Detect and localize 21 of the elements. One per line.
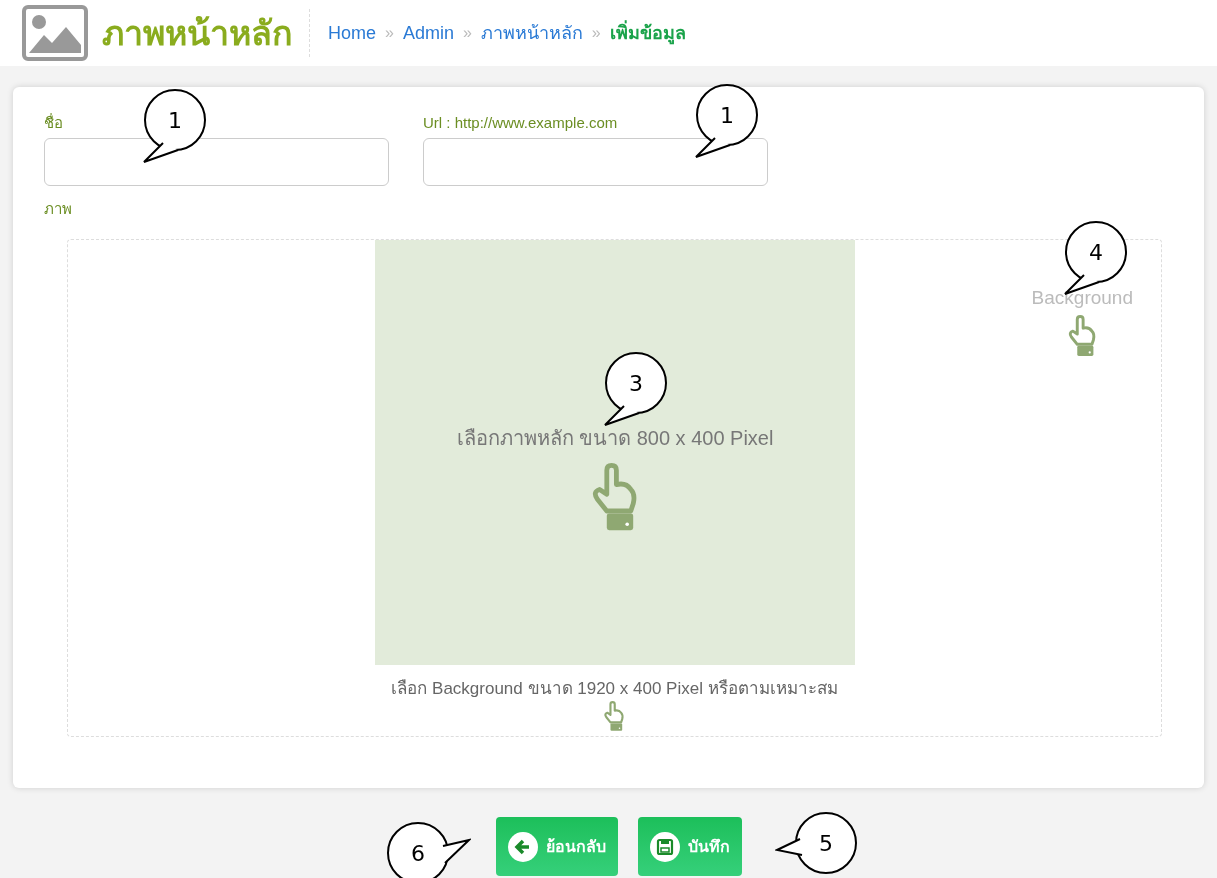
- image-icon: [22, 5, 88, 61]
- input-field[interactable]: [44, 138, 389, 186]
- image-label: ภาพ: [44, 199, 73, 219]
- pointing-hand-icon: [1066, 315, 1098, 359]
- input-field[interactable]: [423, 138, 768, 186]
- breadcrumb-link[interactable]: Admin: [402, 19, 454, 47]
- main-image-prompt: เลือกภาพหลัก ขนาด 800 x 400 Pixel: [456, 425, 774, 451]
- field-label: Url : http://www.example.com: [423, 113, 618, 133]
- breadcrumb-separator: »: [385, 23, 394, 43]
- pointing-hand-icon: [603, 701, 626, 733]
- back-button[interactable]: ย้อนกลับ: [495, 817, 618, 876]
- save-icon: [649, 831, 680, 862]
- page-title: ภาพหน้าหลัก: [102, 12, 293, 54]
- breadcrumb-separator: »: [462, 23, 472, 43]
- breadcrumb-separator: »: [591, 23, 601, 43]
- save-button[interactable]: บันทึก: [637, 817, 742, 876]
- breadcrumb-link[interactable]: เพิ่มข้อมูล: [609, 19, 686, 47]
- field-label: ชื่อ: [44, 112, 63, 133]
- breadcrumb-link[interactable]: Home: [328, 19, 376, 47]
- breadcrumb-link[interactable]: ภาพหน้าหลัก: [480, 19, 583, 47]
- background-prompt: เลือก Background ขนาด 1920 x 400 Pixel หรือตามเหมาะสม: [391, 677, 838, 700]
